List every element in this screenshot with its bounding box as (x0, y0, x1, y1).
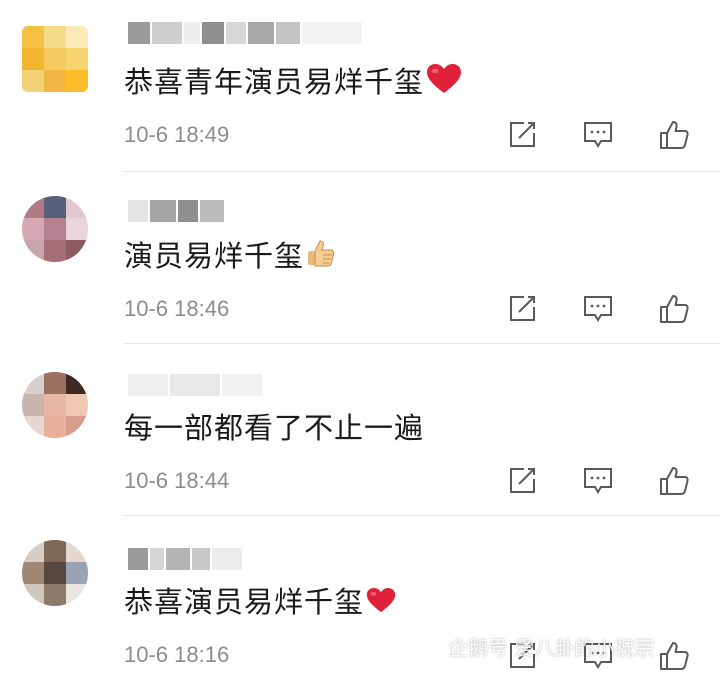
comment-text: 恭喜青年演员易烊千玺 (124, 62, 462, 105)
comment-time: 10-6 18:49 (124, 122, 230, 147)
like-button[interactable] (654, 289, 694, 329)
like-icon (660, 121, 689, 149)
comment-item: 恭喜演员易烊千玺 10-6 18:16 (0, 516, 720, 688)
comment-text: 每一部都看了不止一遍 (124, 411, 425, 445)
edit-icon (510, 296, 535, 321)
forward-button[interactable] (502, 115, 542, 155)
comment-text: 恭喜演员易烊千玺 (124, 582, 396, 624)
avatar[interactable] (22, 196, 88, 262)
avatar[interactable] (22, 26, 88, 92)
penguin-logo-icon (421, 636, 441, 657)
watermark: 企鹅号 爱八卦的小祝宗 (420, 632, 654, 661)
comment-text: 演员易烊千玺 (124, 236, 336, 278)
reply-button[interactable] (578, 461, 618, 501)
comment-icon (584, 122, 612, 148)
like-icon (660, 295, 689, 323)
comment-icon (584, 296, 612, 322)
comment-time: 10-6 18:44 (124, 468, 230, 493)
thumbs-up-emoji-icon (306, 238, 336, 278)
avatar[interactable] (22, 540, 88, 606)
comment-item: 演员易烊千玺 10-6 18:46 (0, 172, 720, 344)
heart-icon (426, 63, 462, 105)
reply-button[interactable] (578, 115, 618, 155)
comment-item: 恭喜青年演员易烊千玺 10-6 18:49 (0, 0, 720, 172)
avatar[interactable] (22, 372, 88, 438)
comment-time: 10-6 18:46 (124, 296, 230, 321)
watermark-text: 企鹅号 爱八卦的小祝宗 (448, 636, 655, 660)
comment-time: 10-6 18:16 (124, 642, 230, 667)
username-blurred[interactable] (128, 548, 242, 570)
comment-icon (584, 468, 612, 494)
username-blurred[interactable] (128, 374, 262, 396)
heart-icon (366, 584, 396, 624)
edit-icon (510, 468, 535, 493)
forward-button[interactable] (502, 461, 542, 501)
edit-icon (510, 122, 535, 147)
like-button[interactable] (654, 115, 694, 155)
like-icon (660, 467, 689, 495)
like-button[interactable] (654, 636, 694, 676)
reply-button[interactable] (578, 289, 618, 329)
forward-button[interactable] (502, 289, 542, 329)
username-blurred[interactable] (128, 200, 224, 222)
like-icon (660, 642, 689, 670)
username-blurred[interactable] (128, 22, 362, 44)
comment-item: 每一部都看了不止一遍 10-6 18:44 (0, 344, 720, 516)
like-button[interactable] (654, 461, 694, 501)
